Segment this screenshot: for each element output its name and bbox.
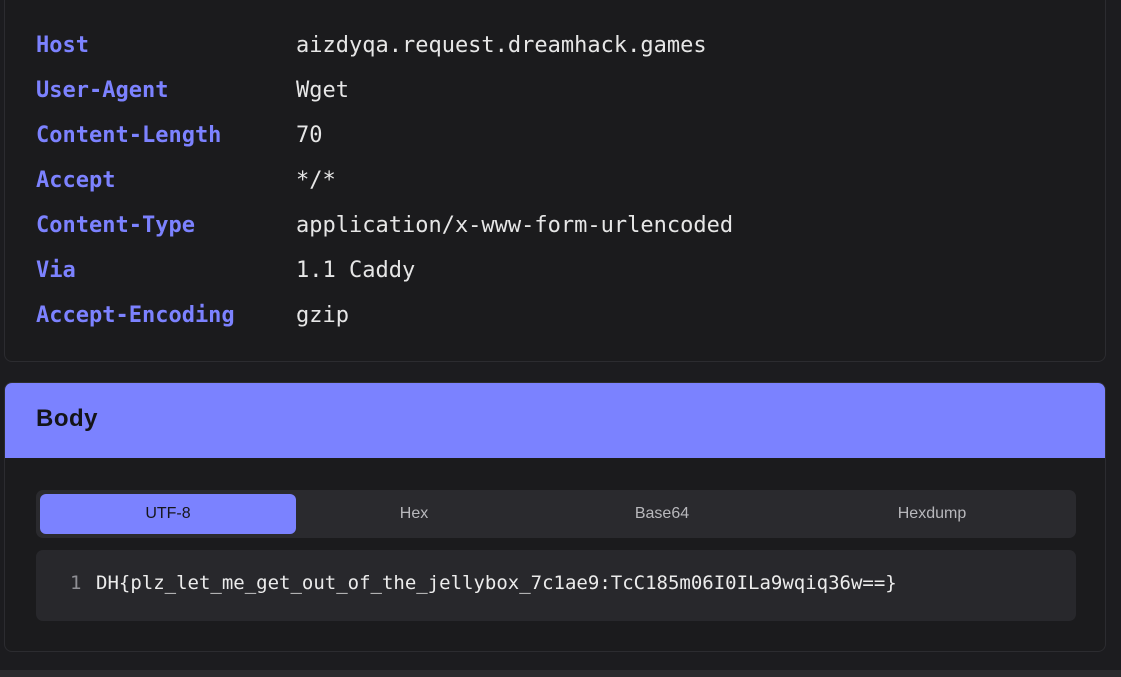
bottom-divider [0, 670, 1121, 677]
tab-hexdump[interactable]: Hexdump [792, 494, 1072, 534]
line-number: 1 [70, 572, 82, 594]
tab-base64[interactable]: Base64 [532, 494, 792, 534]
encoding-tab-bar: UTF-8 Hex Base64 Hexdump [36, 490, 1076, 538]
header-key: User-Agent [36, 77, 169, 103]
header-key: Host [36, 32, 89, 58]
tab-hex[interactable]: Hex [296, 494, 532, 534]
body-content-line[interactable]: DH{plz_let_me_get_out_of_the_jellybox_7c… [96, 572, 897, 594]
body-panel-header: Body [5, 383, 1105, 458]
header-row-via: Via 1.1 Caddy [36, 255, 415, 285]
header-key: Accept-Encoding [36, 302, 235, 328]
header-value: application/x-www-form-urlencoded [296, 212, 734, 238]
body-content-viewer[interactable]: 1 DH{plz_let_me_get_out_of_the_jellybox_… [36, 550, 1076, 621]
header-key: Content-Length [36, 122, 222, 148]
header-row-content-type: Content-Type application/x-www-form-urle… [36, 210, 733, 240]
header-value: */* [296, 167, 336, 193]
header-row-content-length: Content-Length 70 [36, 120, 323, 150]
header-row-accept-encoding: Accept-Encoding gzip [36, 300, 349, 330]
header-value: Wget [296, 77, 349, 103]
header-key: Content-Type [36, 212, 195, 238]
body-panel-title: Body [36, 405, 98, 432]
header-value: 1.1 Caddy [296, 257, 416, 283]
header-key: Via [36, 257, 76, 283]
header-row-accept: Accept */* [36, 165, 336, 195]
request-body-panel: Body UTF-8 Hex Base64 Hexdump 1 DH{plz_l… [4, 382, 1106, 652]
tab-utf8[interactable]: UTF-8 [40, 494, 296, 534]
header-value: aizdyqa.request.dreamhack.games [296, 32, 707, 58]
header-row-user-agent: User-Agent Wget [36, 75, 349, 105]
header-row-host: Host aizdyqa.request.dreamhack.games [36, 30, 707, 60]
header-value: gzip [296, 302, 349, 328]
request-headers-panel: Host aizdyqa.request.dreamhack.games Use… [4, 0, 1106, 362]
header-value: 70 [296, 122, 323, 148]
header-key: Accept [36, 167, 116, 193]
